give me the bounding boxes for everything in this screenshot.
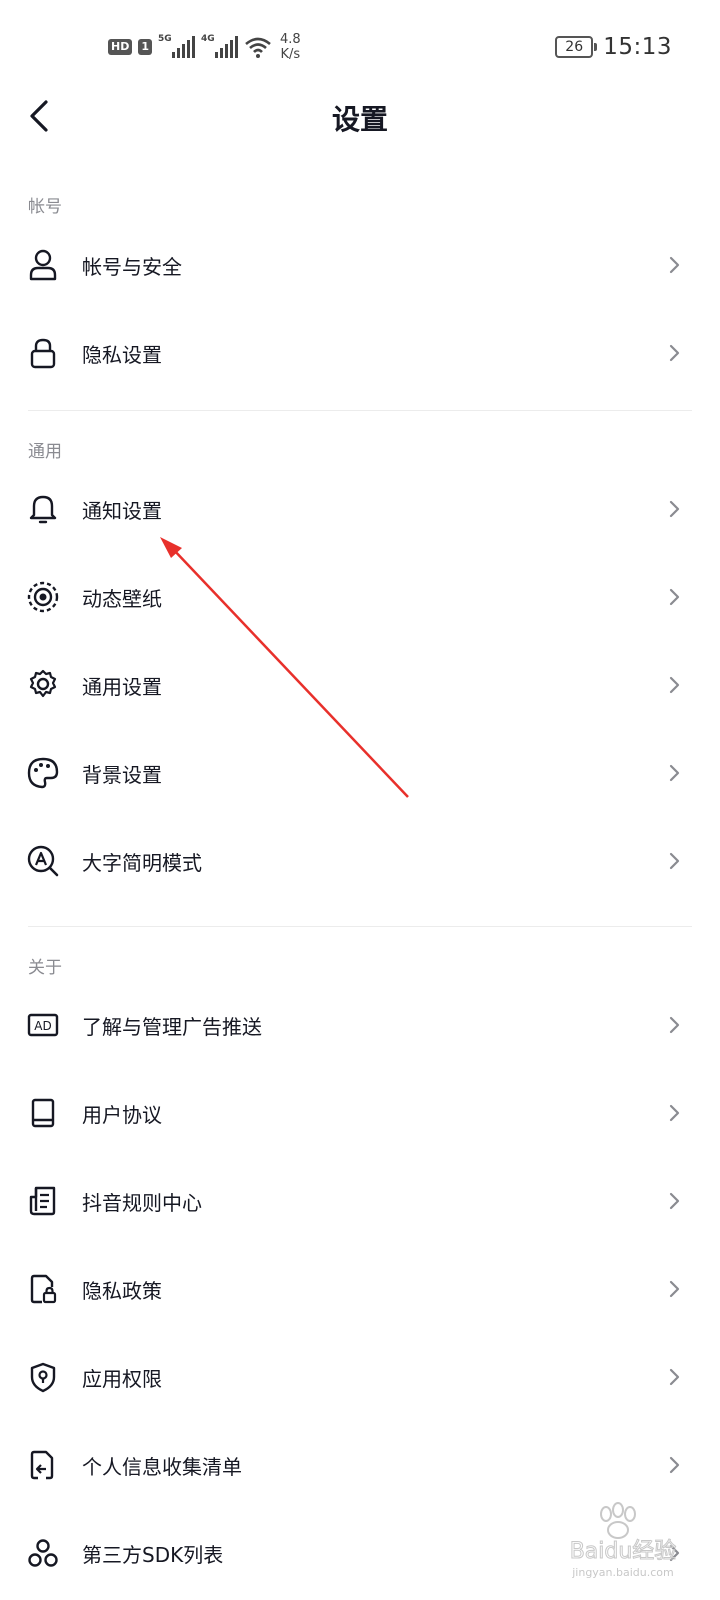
clock: 15:13: [603, 34, 672, 60]
wallpaper-icon: [26, 580, 60, 614]
document-icon: [26, 1184, 60, 1218]
ad-icon: AD: [26, 1008, 60, 1042]
chevron-right-icon: [669, 1016, 680, 1034]
chevron-right-icon: [669, 1368, 680, 1386]
chevron-right-icon: [669, 676, 680, 694]
wifi-icon: [245, 37, 271, 58]
settings-item-personal-info-list[interactable]: 个人信息收集清单: [0, 1421, 720, 1509]
hd-badge: HD: [108, 39, 133, 55]
chevron-right-icon: [669, 256, 680, 274]
settings-item-label: 了解与管理广告推送: [82, 1014, 262, 1039]
lock-icon: [26, 336, 60, 370]
section-label-account: 帐号: [28, 197, 62, 217]
net-type-2: 4G: [201, 34, 215, 44]
settings-item-label: 动态壁纸: [82, 586, 162, 611]
signal-4g-icon: 4G: [201, 34, 238, 58]
settings-item-general-settings[interactable]: 通用设置: [0, 641, 720, 729]
settings-item-label: 用户协议: [82, 1102, 162, 1127]
bell-icon: [26, 492, 60, 526]
settings-item-app-permissions[interactable]: 应用权限: [0, 1333, 720, 1421]
book-icon: [26, 1096, 60, 1130]
shield-icon: [26, 1360, 60, 1394]
settings-item-label: 帐号与安全: [82, 254, 182, 279]
chevron-right-icon: [669, 1104, 680, 1122]
settings-item-label: 个人信息收集清单: [82, 1454, 242, 1479]
settings-item-large-text-mode[interactable]: 大字简明模式: [0, 817, 720, 905]
settings-item-label: 通用设置: [82, 674, 162, 699]
large-text-icon: [26, 844, 60, 878]
settings-item-label: 通知设置: [82, 498, 162, 523]
sdk-icon: [26, 1536, 60, 1570]
chevron-right-icon: [669, 1192, 680, 1210]
network-speed: 4.8 K/s: [280, 32, 301, 62]
settings-item-label: 第三方SDK列表: [82, 1542, 224, 1567]
section-divider: [28, 926, 692, 927]
settings-item-account-security[interactable]: 帐号与安全: [0, 221, 720, 309]
settings-item-notification-settings[interactable]: 通知设置: [0, 465, 720, 553]
settings-item-dynamic-wallpaper[interactable]: 动态壁纸: [0, 553, 720, 641]
palette-icon: [26, 756, 60, 790]
section-label-general: 通用: [28, 442, 62, 462]
settings-item-user-agreement[interactable]: 用户协议: [0, 1069, 720, 1157]
svg-text:AD: AD: [34, 1019, 51, 1033]
chevron-right-icon: [669, 1280, 680, 1298]
watermark-text: Baidu经验: [570, 1539, 677, 1564]
chevron-right-icon: [669, 588, 680, 606]
settings-item-background-settings[interactable]: 背景设置: [0, 729, 720, 817]
sim-badge: 1: [138, 39, 152, 55]
settings-item-rules-center[interactable]: 抖音规则中心: [0, 1157, 720, 1245]
status-right: 26 15:13: [555, 34, 672, 60]
settings-item-label: 背景设置: [82, 762, 162, 787]
chevron-right-icon: [669, 764, 680, 782]
settings-item-privacy-settings[interactable]: 隐私设置: [0, 309, 720, 397]
settings-item-label: 应用权限: [82, 1366, 162, 1391]
status-bar: HD 1 5G 4G 4.8 K/s 26 15:13: [0, 0, 720, 90]
settings-item-label: 隐私政策: [82, 1278, 162, 1303]
settings-item-label: 隐私设置: [82, 342, 162, 367]
gear-icon: [26, 668, 60, 702]
battery-level: 26: [565, 39, 584, 55]
status-left: HD 1 5G 4G 4.8 K/s: [108, 30, 301, 64]
settings-item-privacy-policy[interactable]: 隐私政策: [0, 1245, 720, 1333]
net-type-1: 5G: [158, 34, 172, 44]
chevron-right-icon: [669, 344, 680, 362]
file-arrow-icon: [26, 1448, 60, 1482]
baidu-paw-icon: Baidu经验 jingyan.baidu.com: [569, 1502, 677, 1579]
person-icon: [26, 248, 60, 282]
settings-item-label: 大字简明模式: [82, 850, 202, 875]
speed-unit: K/s: [280, 47, 301, 62]
settings-item-ad-management[interactable]: AD 了解与管理广告推送: [0, 981, 720, 1069]
baidu-watermark: Baidu经验 jingyan.baidu.com: [548, 1500, 698, 1580]
privacy-doc-icon: [26, 1272, 60, 1306]
section-label-about: 关于: [28, 958, 62, 978]
settings-item-label: 抖音规则中心: [82, 1190, 202, 1215]
battery-icon: 26: [555, 36, 598, 58]
page-title: 设置: [331, 103, 388, 136]
chevron-right-icon: [669, 1456, 680, 1474]
speed-value: 4.8: [280, 32, 301, 47]
signal-5g-icon: 5G: [158, 34, 195, 58]
chevron-right-icon: [669, 500, 680, 518]
chevron-right-icon: [669, 852, 680, 870]
section-divider: [28, 410, 692, 411]
watermark-url: jingyan.baidu.com: [571, 1566, 674, 1579]
